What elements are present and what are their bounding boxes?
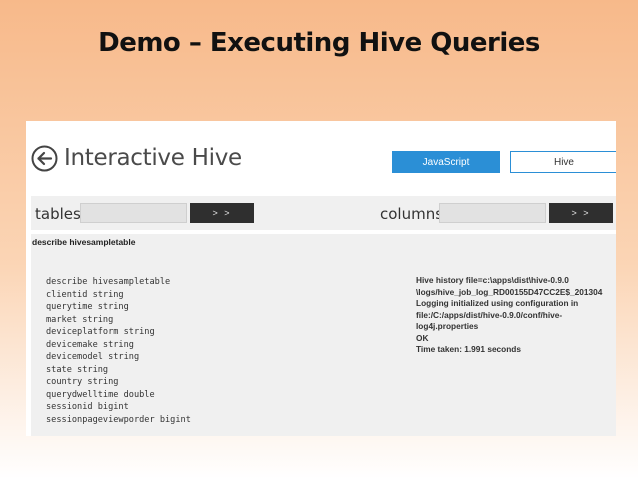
columns-go-button[interactable]: > > [549, 203, 613, 223]
result-line: devicemodel string [46, 352, 140, 362]
executed-command: describe hivesampletable [32, 237, 136, 247]
query-results: describe hivesampletable clientid string… [46, 276, 191, 426]
log-line: log4j.properties [416, 321, 479, 331]
result-line: clientid string [46, 289, 124, 300]
app-title: Interactive Hive [64, 145, 242, 171]
log-line: \logs/hive_job_log_RD00155D47CC2E$_20130… [416, 286, 603, 297]
result-line: deviceplatform string [46, 327, 155, 337]
columns-label: columns [380, 205, 444, 223]
log-line: file:/C:/apps/dist/hive-0.9.0/conf/hive- [416, 309, 563, 320]
result-line: sessionpageviewporder bigint [46, 414, 191, 425]
hive-mode-button[interactable]: Hive [510, 151, 616, 173]
back-arrow-circle-icon[interactable] [31, 145, 58, 172]
result-line: sessionid bigint [46, 402, 129, 412]
job-log: Hive history file=c:\apps\dist\hive-0.9.… [416, 275, 602, 356]
result-line: market string [46, 314, 114, 325]
result-line: querydwelltime double [46, 389, 155, 400]
log-line: Time taken: 1.991 seconds [416, 344, 521, 354]
result-line: state string [46, 364, 109, 375]
result-line: country string [46, 377, 119, 387]
app-window: Interactive Hive JavaScript Hive tables … [26, 121, 616, 436]
log-line: Hive history file=c:\apps\dist\hive-0.9.… [416, 275, 569, 285]
tables-label: tables [35, 205, 81, 223]
result-line: querytime string [46, 302, 129, 312]
log-line: Logging initialized using configuration … [416, 298, 579, 308]
result-line: describe hivesampletable [46, 277, 171, 287]
tables-input[interactable] [80, 203, 187, 223]
slide-title: Demo – Executing Hive Queries [98, 28, 540, 58]
query-output-panel: describe hivesampletable describe hivesa… [31, 234, 616, 436]
result-line: devicemake string [46, 339, 134, 350]
javascript-mode-button[interactable]: JavaScript [392, 151, 500, 173]
tables-go-button[interactable]: > > [190, 203, 254, 223]
schema-toolbar: tables > > columns > > [31, 196, 616, 230]
columns-input[interactable] [439, 203, 546, 223]
log-line: OK [416, 332, 429, 343]
